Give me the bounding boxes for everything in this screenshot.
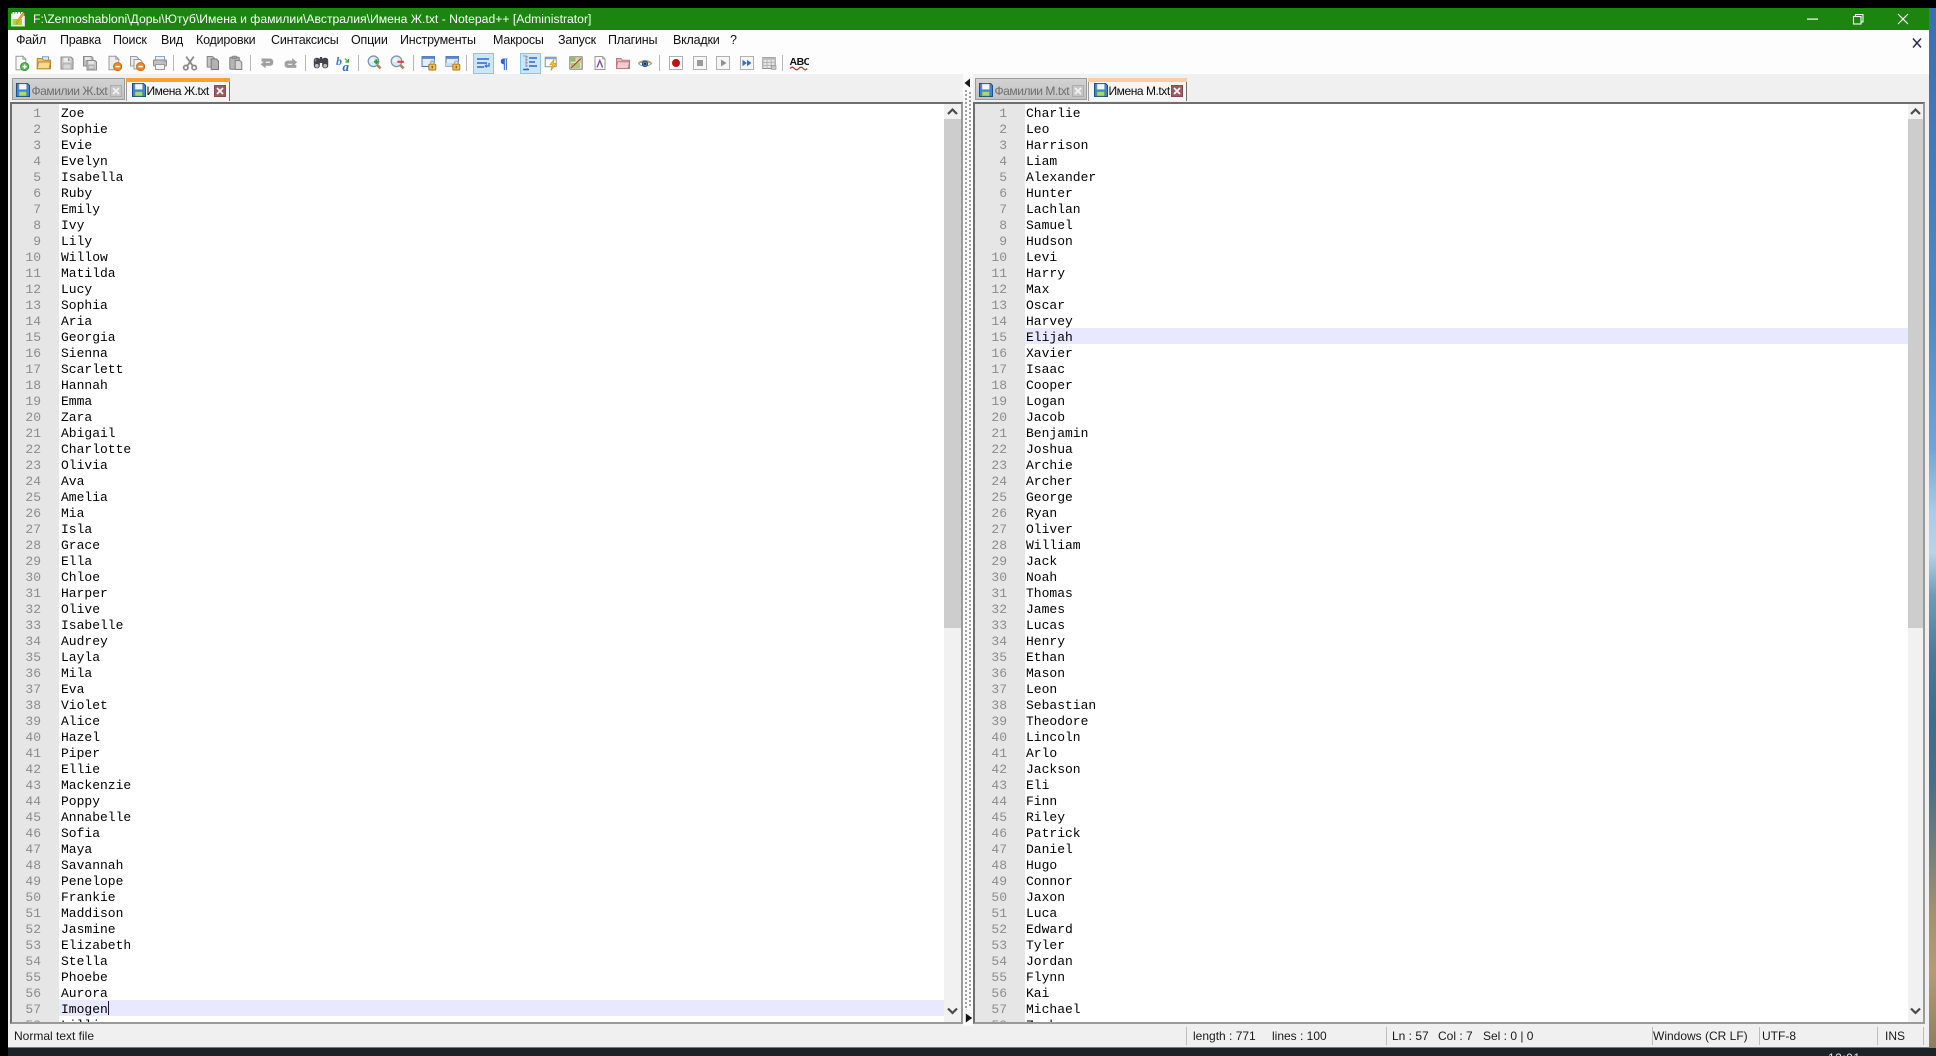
svg-text:b: b bbox=[336, 55, 342, 68]
svg-text:ABC: ABC bbox=[790, 56, 810, 68]
svg-text:¶: ¶ bbox=[500, 56, 508, 70]
